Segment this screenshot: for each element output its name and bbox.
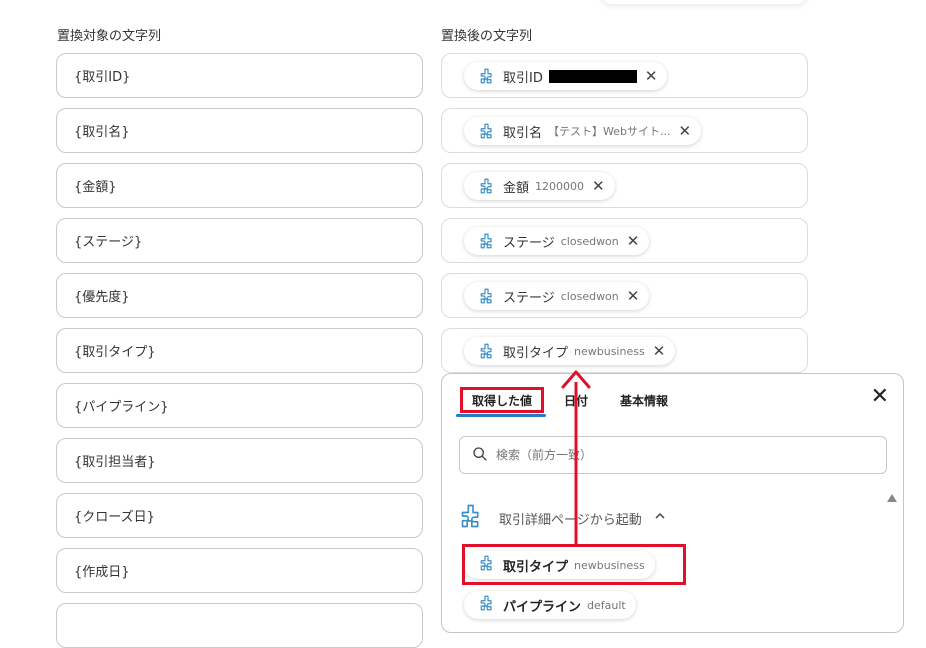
chip-value: closedwon (560, 234, 619, 248)
remove-chip-icon[interactable]: ✕ (653, 343, 666, 359)
search-icon (472, 446, 488, 465)
puzzle-icon (479, 342, 497, 360)
target-field-priority[interactable]: {優先度} (56, 273, 423, 318)
remove-chip-icon[interactable]: ✕ (627, 233, 640, 249)
target-field-pipeline[interactable]: {パイプライン} (56, 383, 423, 428)
target-field-amount[interactable]: {金額} (56, 163, 423, 208)
chip-label: 取引タイプ (503, 345, 569, 361)
replacement-field[interactable]: ステージ closedwon ✕ (441, 273, 808, 318)
scroll-up-arrow-icon[interactable] (887, 494, 897, 502)
dropdown-edge (600, 0, 808, 4)
left-column-header: 置換対象の文字列 (57, 29, 162, 44)
remove-chip-icon[interactable]: ✕ (679, 123, 692, 139)
replacement-field[interactable]: 取引名 【テスト】Webサイト... ✕ (441, 108, 808, 153)
highlight-box-item (462, 544, 686, 585)
right-column-header: 置換後の文字列 (441, 29, 533, 44)
replacement-field[interactable]: 金額 1200000 ✕ (441, 163, 808, 208)
value-chip[interactable]: 取引名 【テスト】Webサイト... ✕ (464, 117, 702, 145)
search-input[interactable] (494, 447, 878, 463)
value-chip[interactable]: ステージ closedwon ✕ (464, 282, 650, 310)
search-box[interactable] (459, 436, 887, 474)
chip-label: 金額 (503, 180, 530, 196)
target-field-close-date[interactable]: {クローズ日} (56, 493, 423, 538)
section-title: 取引詳細ページから起動 (499, 512, 642, 528)
value-chip[interactable]: 取引ID ✕ (464, 62, 668, 90)
target-field-created-date[interactable]: {作成日} (56, 548, 423, 593)
redacted-value (548, 69, 637, 83)
target-field-stage[interactable]: {ステージ} (56, 218, 423, 263)
replacement-field[interactable]: 取引ID ✕ (441, 53, 808, 98)
close-icon[interactable]: ✕ (871, 386, 889, 408)
replacement-field[interactable]: ステージ closedwon ✕ (441, 218, 808, 263)
highlight-box-tab (460, 387, 544, 413)
remove-chip-icon[interactable]: ✕ (627, 288, 640, 304)
chevron-up-icon[interactable] (654, 510, 666, 526)
puzzle-icon (479, 594, 497, 616)
chip-value: 【テスト】Webサイト... (548, 125, 671, 138)
chip-value: newbusiness (574, 344, 645, 358)
chip-label: 取引ID (503, 70, 543, 86)
puzzle-icon (479, 67, 497, 85)
chip-label: ステージ (503, 290, 555, 306)
puzzle-icon (479, 122, 497, 140)
remove-chip-icon[interactable]: ✕ (592, 178, 605, 194)
puzzle-icon (479, 232, 497, 250)
remove-chip-icon[interactable]: ✕ (645, 68, 658, 84)
target-field-owner[interactable]: {取引担当者} (56, 438, 423, 483)
active-tab-indicator (456, 414, 546, 417)
value-chip[interactable]: ステージ closedwon ✕ (464, 227, 650, 255)
replacement-field[interactable]: 取引タイプ newbusiness ✕ (441, 328, 808, 373)
target-field-deal-id[interactable]: {取引ID} (56, 53, 423, 98)
target-field-deal-type[interactable]: {取引タイプ} (56, 328, 423, 373)
chip-value: closedwon (560, 289, 619, 303)
puzzle-icon (479, 287, 497, 305)
list-item-pipeline[interactable]: パイプライン default (464, 591, 636, 619)
chip-label: ステージ (503, 235, 555, 251)
tab-basic-info[interactable]: 基本情報 (620, 392, 668, 409)
puzzle-icon (479, 177, 497, 195)
section-header[interactable]: 取引詳細ページから起動 (459, 502, 666, 534)
target-field-deal-name[interactable]: {取引名} (56, 108, 423, 153)
puzzle-icon (459, 502, 487, 534)
value-chip[interactable]: 取引タイプ newbusiness ✕ (464, 337, 676, 365)
value-chip[interactable]: 金額 1200000 ✕ (464, 172, 615, 200)
chip-label: 取引名 (503, 125, 543, 141)
tab-date[interactable]: 日付 (564, 392, 588, 409)
chip-value: 1200000 (535, 179, 585, 193)
item-label: パイプライン (503, 599, 582, 615)
